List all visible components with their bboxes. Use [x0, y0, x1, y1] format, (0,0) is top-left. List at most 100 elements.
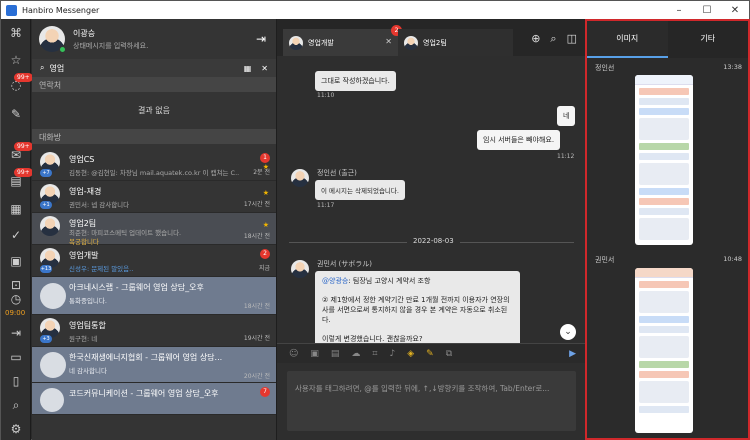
search-input[interactable]: 영업 [49, 63, 64, 74]
crop-icon[interactable]: ⌗ [372, 349, 377, 359]
chat-room-pane: 영업개발 ✕ 2 영업2팀 ⊕ ⌕ ◫ 그대로 작성하겠습니다. 11:10 네… [276, 19, 586, 440]
window-title: Hanbiro Messenger [22, 5, 100, 15]
tab-label: 영업2팀 [423, 38, 447, 47]
my-status[interactable]: 상태메시지를 입력하세요. [73, 41, 148, 51]
room-item[interactable]: 한국신재생에너지협회 - 그룹웨어 영업 상담... 네 감사합니다 20시간 … [32, 347, 276, 383]
star-icon[interactable]: ★ [263, 221, 269, 229]
file-icon[interactable]: ▤ [331, 349, 340, 359]
favorites-star-icon[interactable]: ☆ [8, 52, 24, 68]
minimize-icon[interactable]: – [665, 5, 693, 16]
bell-icon[interactable]: ♪ [390, 349, 396, 359]
member-count: +13 [40, 265, 52, 273]
room-item[interactable]: +7 영업CS 김동현: @김현일: 차장님 mail.aquatek.co.k… [32, 149, 276, 181]
room-name: 영업-재경 [69, 187, 102, 196]
close-tab-icon[interactable]: ✕ [385, 37, 392, 46]
edit-icon[interactable]: ✎ [426, 349, 434, 359]
close-window-icon[interactable]: ✕ [721, 5, 749, 16]
room-avatar [40, 216, 60, 236]
room-avatar [40, 283, 66, 309]
room-time: 20시간 전 [243, 373, 270, 380]
unread-badge: 2 [260, 249, 270, 259]
org-chart-icon[interactable]: ⌘ [8, 25, 24, 41]
image-icon[interactable]: ▣ [310, 349, 319, 359]
memo-icon[interactable]: ▭ [8, 349, 24, 365]
clock-icon[interactable]: ◷ [8, 291, 24, 307]
room-time: 19시간 전 [243, 335, 270, 342]
message-line: 이렇게 변경했습니다. 괜찮을까요? [322, 335, 423, 343]
todo-check-icon[interactable]: ✓ [8, 227, 24, 243]
date-label: 2022-08-03 [407, 237, 460, 245]
room-item[interactable]: +13 영업개발 신성우: 문제된 말있음.. 2 지금 [32, 245, 276, 277]
sender-avatar [291, 260, 309, 278]
mention[interactable]: @양광승 [322, 277, 348, 285]
image-sender: 권민서 [595, 256, 615, 264]
star-icon[interactable]: ★ [263, 189, 269, 197]
message-input[interactable]: 사용자를 태그하려면, @를 입력한 뒤에, ↑,↓방향키를 조작하여, Tab… [287, 371, 576, 431]
unread-badge: 7 [260, 387, 270, 397]
contacts-empty: 결과 없음 [138, 106, 170, 115]
document-icon[interactable]: ▯ [8, 373, 24, 389]
image-item-header: 권민서 10:48 [595, 255, 742, 265]
scroll-down-icon[interactable]: ⌄ [560, 324, 576, 340]
tab-avatar [289, 35, 303, 50]
search-bar[interactable]: ⌕ 영업 ▦ ✕ [32, 59, 276, 77]
logout-icon[interactable]: ⇥ [8, 325, 24, 341]
tab-label: 영업개발 [308, 38, 334, 47]
room-name: 아크네시스랩 - 그룹웨어 영업 상담_오후 [69, 283, 204, 292]
qr-icon[interactable]: ▦ [244, 64, 252, 73]
image-thumbnail[interactable] [635, 268, 693, 433]
message-line: : 팀장님 고양시 계약서 조항 [348, 277, 431, 285]
room-list: +7 영업CS 김동현: @김현일: 차장님 mail.aquatek.co.k… [32, 149, 276, 415]
exit-icon[interactable]: ⇥ [256, 32, 266, 46]
room-item[interactable]: +1 영업-재경 권민서: 넵 감사합니다 ★ 17시간 전 [32, 181, 276, 213]
clear-search-icon[interactable]: ✕ [261, 64, 268, 73]
tab-room[interactable]: 영업개발 ✕ 2 [283, 25, 402, 56]
my-message-bubble: 네 [557, 106, 576, 126]
room-item[interactable]: 코드커뮤니케이션 - 그룹웨어 영업 상담_오후 7 [32, 383, 276, 415]
panel-tabs: 이미지 기타 [587, 21, 748, 58]
add-user-icon[interactable]: ⊕ [531, 32, 540, 46]
maximize-icon[interactable]: ☐ [693, 5, 721, 16]
image-time: 13:38 [723, 63, 742, 71]
tab-images[interactable]: 이미지 [587, 21, 668, 58]
approval-icon[interactable]: ▣ [8, 253, 24, 269]
pin-icon[interactable]: ✎ [8, 106, 24, 122]
search-doc-icon[interactable]: ⌕ [550, 32, 556, 46]
room-preview: 네 감사합니다 [69, 367, 107, 375]
settings-gear-icon[interactable]: ⚙ [8, 421, 24, 437]
emoji-icon[interactable]: ☺ [289, 349, 298, 359]
send-icon[interactable]: ▶ [569, 349, 576, 359]
image-item-header: 정인선 13:38 [595, 63, 742, 73]
image-thumbnail[interactable] [635, 75, 693, 245]
unread-badge: 1 [260, 153, 270, 163]
nav-rail: ⌘ ☆ ◌ 99+ ✎ ✉ 99+ ▤ 99+ ▦ ✓ ▣ ⊡ ◷ 09:00 … [1, 19, 33, 440]
notice-icon[interactable]: ◈ [407, 349, 414, 359]
room-name: 코드커뮤니케이션 - 그룹웨어 영업 상담_오후 [69, 389, 219, 398]
message-time: 11:10 [317, 92, 335, 99]
files-icon[interactable]: ▦ [8, 201, 24, 217]
room-name: 영업개발 [69, 251, 99, 260]
composer-toolbar: ☺ ▣ ▤ ☁ ⌗ ♪ ◈ ✎ ⧉ ▶ [277, 343, 586, 363]
tab-avatar [404, 35, 418, 50]
split-view-icon[interactable]: ◫ [567, 32, 577, 46]
cloud-icon[interactable]: ☁ [351, 349, 360, 359]
room-avatar [40, 388, 64, 412]
room-item[interactable]: +3 영업팀통합 원구현: 네 19시간 전 [32, 315, 276, 347]
message-bubble: 이 메시지는 삭제되었습니다. [315, 180, 405, 200]
room-item[interactable]: 영업2팀 최준현: 마피코스메틱 업데이트 했습니다. 복궁합니다 ★ 18시간… [32, 213, 276, 246]
translate-icon[interactable]: ⧉ [446, 349, 452, 359]
message-line: ② 제1항에서 정한 계약기간 만료 1개월 전까지 이용자가 연장의사를 서면… [322, 296, 510, 324]
window-controls: – ☐ ✕ [665, 5, 749, 16]
my-name: 이광승 [73, 28, 96, 38]
room-time: 17시간 전 [243, 201, 270, 208]
room-name: 영업팀통합 [69, 321, 106, 330]
doc-search-icon[interactable]: ⌕ [8, 397, 24, 413]
room-preview: 통화중입니다. [69, 297, 107, 305]
my-profile[interactable]: 이광승 상태메시지를 입력하세요. ⇥ [32, 19, 276, 59]
tab-other[interactable]: 기타 [667, 21, 748, 58]
message-bubble: @양광승: 팀장님 고양시 계약서 조항 ② 제1항에서 정한 계약기간 만료 … [315, 271, 520, 343]
room-time: 지금 [258, 265, 270, 272]
title-bar: Hanbiro Messenger – ☐ ✕ [1, 1, 749, 19]
room-item[interactable]: 아크네시스랩 - 그룹웨어 영업 상담_오후 통화중입니다. 18시간 전 [32, 277, 276, 315]
tab-room[interactable]: 영업2팀 [398, 29, 513, 56]
